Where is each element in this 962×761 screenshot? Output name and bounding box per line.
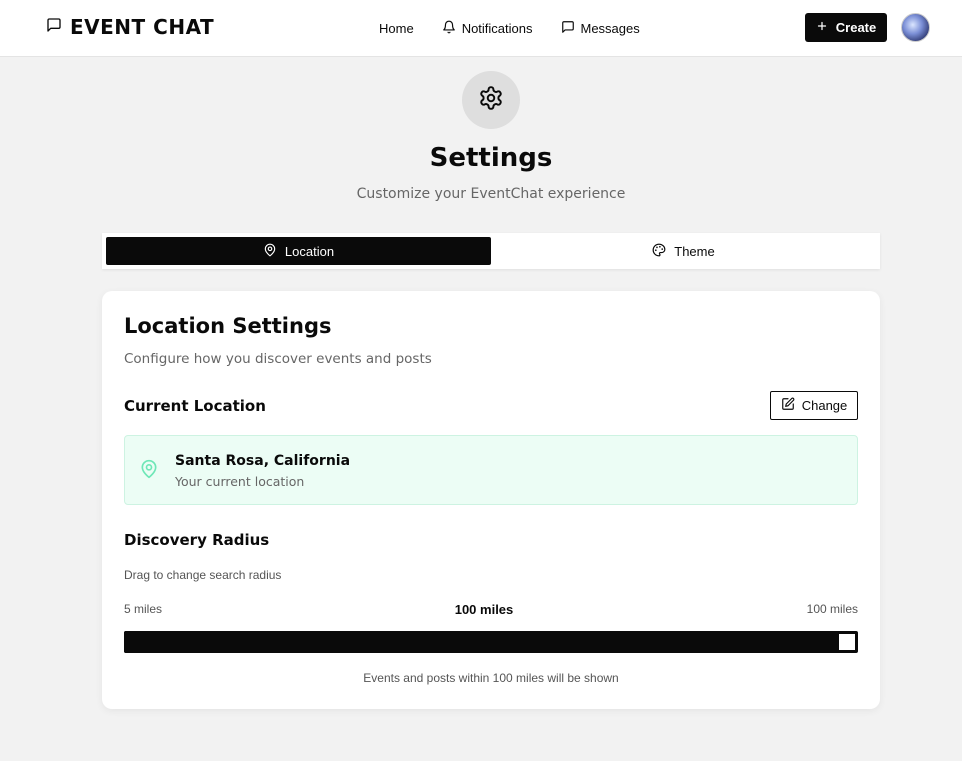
radius-slider-fill bbox=[124, 631, 847, 653]
main-nav: Home Notifications Messages bbox=[379, 18, 640, 38]
map-pin-icon bbox=[263, 243, 277, 260]
user-avatar[interactable] bbox=[901, 13, 930, 42]
nav-home-label: Home bbox=[379, 20, 414, 36]
nav-notifications[interactable]: Notifications bbox=[442, 18, 533, 38]
chat-bubble-icon bbox=[46, 17, 62, 37]
settings-tabs: Location Theme bbox=[102, 233, 880, 269]
nav-messages[interactable]: Messages bbox=[561, 18, 640, 38]
page-title: Settings bbox=[429, 143, 553, 173]
radius-note: Events and posts within 100 miles will b… bbox=[363, 671, 619, 685]
location-subtext: Your current location bbox=[175, 474, 305, 489]
drag-hint: Drag to change search radius bbox=[124, 568, 282, 582]
radius-current-label: 100 miles bbox=[454, 602, 514, 617]
nav-home[interactable]: Home bbox=[379, 18, 414, 38]
discovery-radius-heading: Discovery Radius bbox=[124, 531, 270, 549]
top-navigation-bar: EVENT CHAT Home Notifications Messages C… bbox=[0, 0, 962, 57]
nav-messages-label: Messages bbox=[580, 20, 640, 36]
create-button[interactable]: Create bbox=[805, 13, 887, 42]
map-pin-icon bbox=[139, 458, 159, 484]
brand-name: EVENT CHAT bbox=[70, 15, 215, 39]
page-subtitle: Customize your EventChat experience bbox=[356, 186, 626, 202]
tab-theme-label: Theme bbox=[674, 243, 715, 259]
brand-logo[interactable]: EVENT CHAT bbox=[46, 16, 214, 38]
nav-notifications-label: Notifications bbox=[461, 20, 533, 36]
radius-max-label: 100 miles bbox=[806, 602, 858, 616]
radius-slider-thumb[interactable] bbox=[837, 632, 857, 652]
create-button-label: Create bbox=[835, 20, 877, 35]
chat-bubble-icon bbox=[561, 20, 575, 37]
bell-icon bbox=[442, 20, 456, 37]
settings-gear-badge bbox=[462, 71, 520, 129]
tab-theme[interactable]: Theme bbox=[491, 237, 876, 265]
tab-location[interactable]: Location bbox=[106, 237, 491, 265]
palette-icon bbox=[652, 243, 666, 260]
current-location-heading: Current Location bbox=[124, 397, 266, 415]
current-location-box: Santa Rosa, California Your current loca… bbox=[124, 435, 858, 505]
change-button-label: Change bbox=[801, 398, 848, 413]
location-name: Santa Rosa, California bbox=[175, 453, 351, 469]
tab-location-label: Location bbox=[284, 243, 335, 259]
gear-icon bbox=[478, 85, 504, 115]
location-settings-card: Location Settings Configure how you disc… bbox=[102, 291, 880, 709]
radius-slider[interactable] bbox=[124, 631, 858, 653]
card-description: Configure how you discover events and po… bbox=[124, 351, 432, 367]
plus-icon bbox=[816, 20, 828, 35]
card-title: Location Settings bbox=[124, 314, 332, 338]
edit-icon bbox=[781, 397, 795, 414]
change-location-button[interactable]: Change bbox=[770, 391, 858, 420]
